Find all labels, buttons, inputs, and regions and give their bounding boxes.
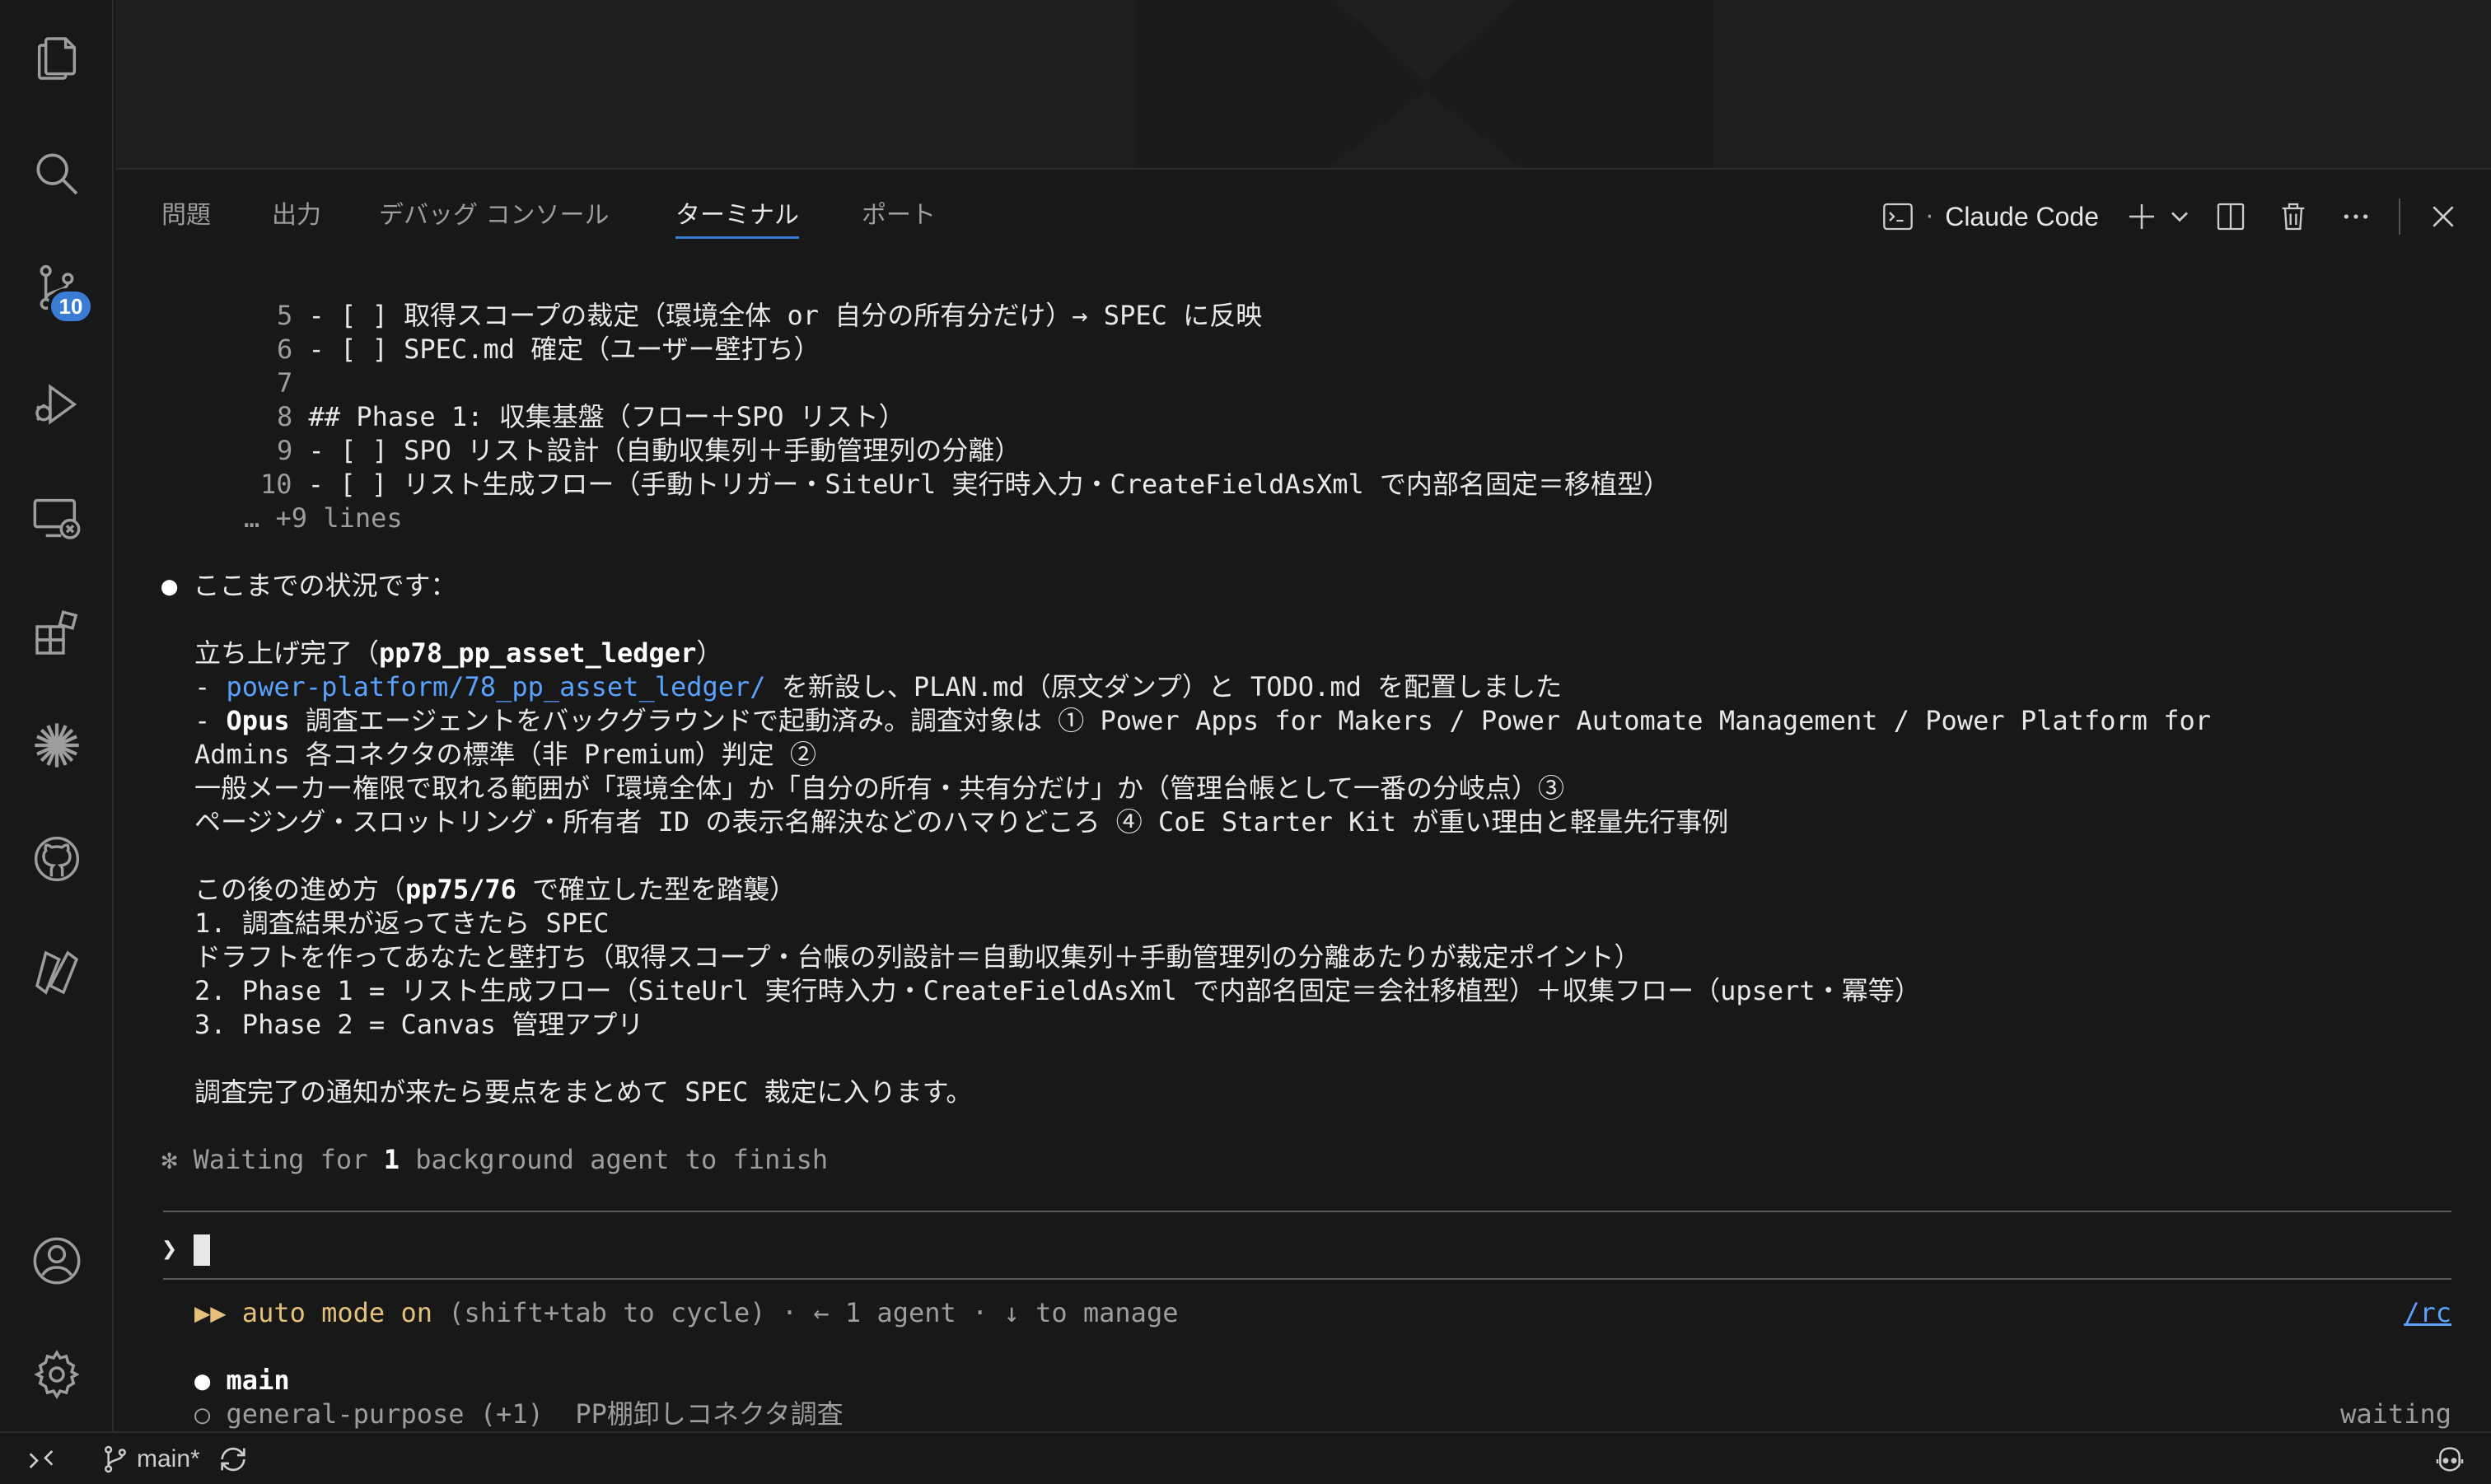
diff-line: 8 ## Phase 1: 収集基盤（フロー＋SPO リスト） bbox=[277, 401, 905, 432]
prompt-icon: ❯ bbox=[161, 1233, 178, 1264]
branch-indicator[interactable]: main* bbox=[99, 1433, 250, 1484]
tab-problems[interactable]: 問題 bbox=[161, 193, 211, 239]
extensions-icon[interactable] bbox=[28, 604, 86, 662]
agent-status: waiting bbox=[2340, 1398, 2451, 1430]
paging-line: ページング・スロットリング・所有者 ID の表示名解決などのハマりどころ ④ C… bbox=[194, 806, 1729, 838]
panel-tab-bar: 問題 出力 デバッグ コンソール ターミナル ポート · Claude Code bbox=[115, 171, 2491, 254]
bottom-panel: 問題 出力 デバッグ コンソール ターミナル ポート · Claude Code bbox=[115, 171, 2491, 1431]
agent-main[interactable]: ● main bbox=[194, 1364, 290, 1398]
diff-line: 7 bbox=[277, 367, 293, 399]
closing-line: 調査完了の通知が来たら要点をまとめて SPEC 裁定に入ります。 bbox=[194, 1076, 973, 1108]
new-terminal-icon[interactable] bbox=[2119, 194, 2165, 240]
github-icon[interactable] bbox=[28, 830, 86, 888]
terminal-name[interactable]: Claude Code bbox=[1945, 202, 2099, 232]
scm-badge: 10 bbox=[48, 288, 94, 324]
diff-line: 9 - [ ] SPO リスト設計（自動収集列＋手動管理列の分離） bbox=[277, 435, 1021, 466]
close-panel-icon[interactable] bbox=[2420, 194, 2466, 240]
vscode-window: 10 問題 出力 デバッグ コンソール ターミナル ポート · Claude C… bbox=[0, 0, 2491, 1484]
editor-area bbox=[115, 0, 2491, 170]
remote-indicator-icon[interactable] bbox=[25, 1433, 58, 1484]
split-terminal-icon[interactable] bbox=[2208, 194, 2254, 240]
input-bottom-divider bbox=[163, 1278, 2451, 1280]
tab-debug-console[interactable]: デバッグ コンソール bbox=[379, 193, 610, 239]
sync-icon[interactable] bbox=[217, 1443, 250, 1476]
gear-icon[interactable] bbox=[28, 1346, 86, 1403]
step-2: 2. Phase 1 = リスト生成フロー（SiteUrl 実行時入力・Crea… bbox=[194, 975, 1921, 1006]
status-heading: ● ここまでの状況です： bbox=[161, 570, 457, 601]
copilot-icon[interactable] bbox=[2433, 1433, 2466, 1484]
more-lines-indicator: … +9 lines bbox=[244, 502, 403, 534]
folder-created-line: - power-platform/78_pp_asset_ledger/ を新設… bbox=[194, 671, 1563, 702]
diff-line: 6 - [ ] SPEC.md 確定（ユーザー壁打ち） bbox=[277, 334, 820, 365]
chevron-down-icon[interactable] bbox=[2165, 194, 2194, 240]
agent-sub[interactable]: ○ general-purpose (+1) PP棚卸しコネクタ調査 bbox=[194, 1398, 844, 1431]
rc-link[interactable]: /rc bbox=[2404, 1296, 2451, 1330]
input-top-divider bbox=[163, 1211, 2451, 1212]
step-1-wrap: ドラフトを作ってあなたと壁打ち（取得スコープ・台帳の列設計＝自動収集列＋手動管理… bbox=[194, 941, 1641, 973]
branch-name: main* bbox=[137, 1445, 200, 1472]
opus-agent-line-wrap: Admins 各コネクタの標準（非 Premium）判定 ② bbox=[194, 739, 816, 770]
waiting-line: ✻ Waiting for 1 background agent to fini… bbox=[161, 1144, 829, 1175]
step-1: 1. 調査結果が返ってきたら SPEC bbox=[194, 908, 610, 939]
actions-divider bbox=[2399, 198, 2400, 235]
section-launch-title: 立ち上げ完了（pp78_pp_asset_ledger） bbox=[194, 637, 723, 669]
claude-icon[interactable] bbox=[28, 716, 86, 774]
activity-bar: 10 bbox=[0, 0, 114, 1431]
text-cursor bbox=[193, 1234, 210, 1266]
diff-line: 10 - [ ] リスト生成フロー（手動トリガー・SiteUrl 実行時入力・C… bbox=[260, 469, 1671, 500]
more-actions-icon[interactable] bbox=[2333, 194, 2379, 240]
tab-terminal[interactable]: ターミナル bbox=[675, 193, 799, 239]
search-icon[interactable] bbox=[28, 145, 86, 203]
fast-forward-icon: ▶▶ bbox=[194, 1297, 227, 1328]
prompt-input[interactable]: ❯ bbox=[161, 1229, 210, 1268]
panel-actions: · Claude Code bbox=[1875, 188, 2466, 245]
terminal-name-separator: · bbox=[1925, 202, 1934, 231]
scope-line: 一般メーカー権限で取れる範囲が「環境全体」か「自分の所有・共有分だけ」か（管理台… bbox=[194, 772, 1565, 804]
step-3: 3. Phase 2 = Canvas 管理アプリ bbox=[194, 1009, 644, 1040]
git-branch-icon bbox=[99, 1443, 132, 1476]
status-bar: main* bbox=[0, 1431, 2491, 1484]
files-icon[interactable] bbox=[28, 30, 86, 87]
section-next-steps-title: この後の進め方（pp75/76 で確立した型を踏襲） bbox=[194, 874, 797, 905]
mode-status-line: ▶▶ auto mode on (shift+tab to cycle) · ←… bbox=[194, 1297, 1179, 1328]
tab-ports[interactable]: ポート bbox=[862, 193, 936, 239]
account-icon[interactable] bbox=[28, 1232, 86, 1290]
run-debug-icon[interactable] bbox=[28, 376, 86, 433]
opus-agent-line: - Opus 調査エージェントをバックグラウンドで起動済み。調査対象は ① Po… bbox=[194, 705, 2212, 736]
power-platform-icon[interactable] bbox=[28, 944, 86, 1001]
remote-explorer-icon[interactable] bbox=[28, 489, 86, 547]
diff-line: 5 - [ ] 取得スコープの裁定（環境全体 or 自分の所有分だけ）→ SPE… bbox=[277, 300, 1263, 331]
trash-icon[interactable] bbox=[2270, 194, 2316, 240]
vscode-watermark-icon bbox=[1137, 0, 1713, 168]
terminal-icon[interactable] bbox=[1875, 194, 1921, 240]
tab-output[interactable]: 出力 bbox=[272, 193, 321, 239]
terminal-output[interactable]: 5 - [ ] 取得スコープの裁定（環境全体 or 自分の所有分だけ）→ SPE… bbox=[115, 254, 2491, 1431]
